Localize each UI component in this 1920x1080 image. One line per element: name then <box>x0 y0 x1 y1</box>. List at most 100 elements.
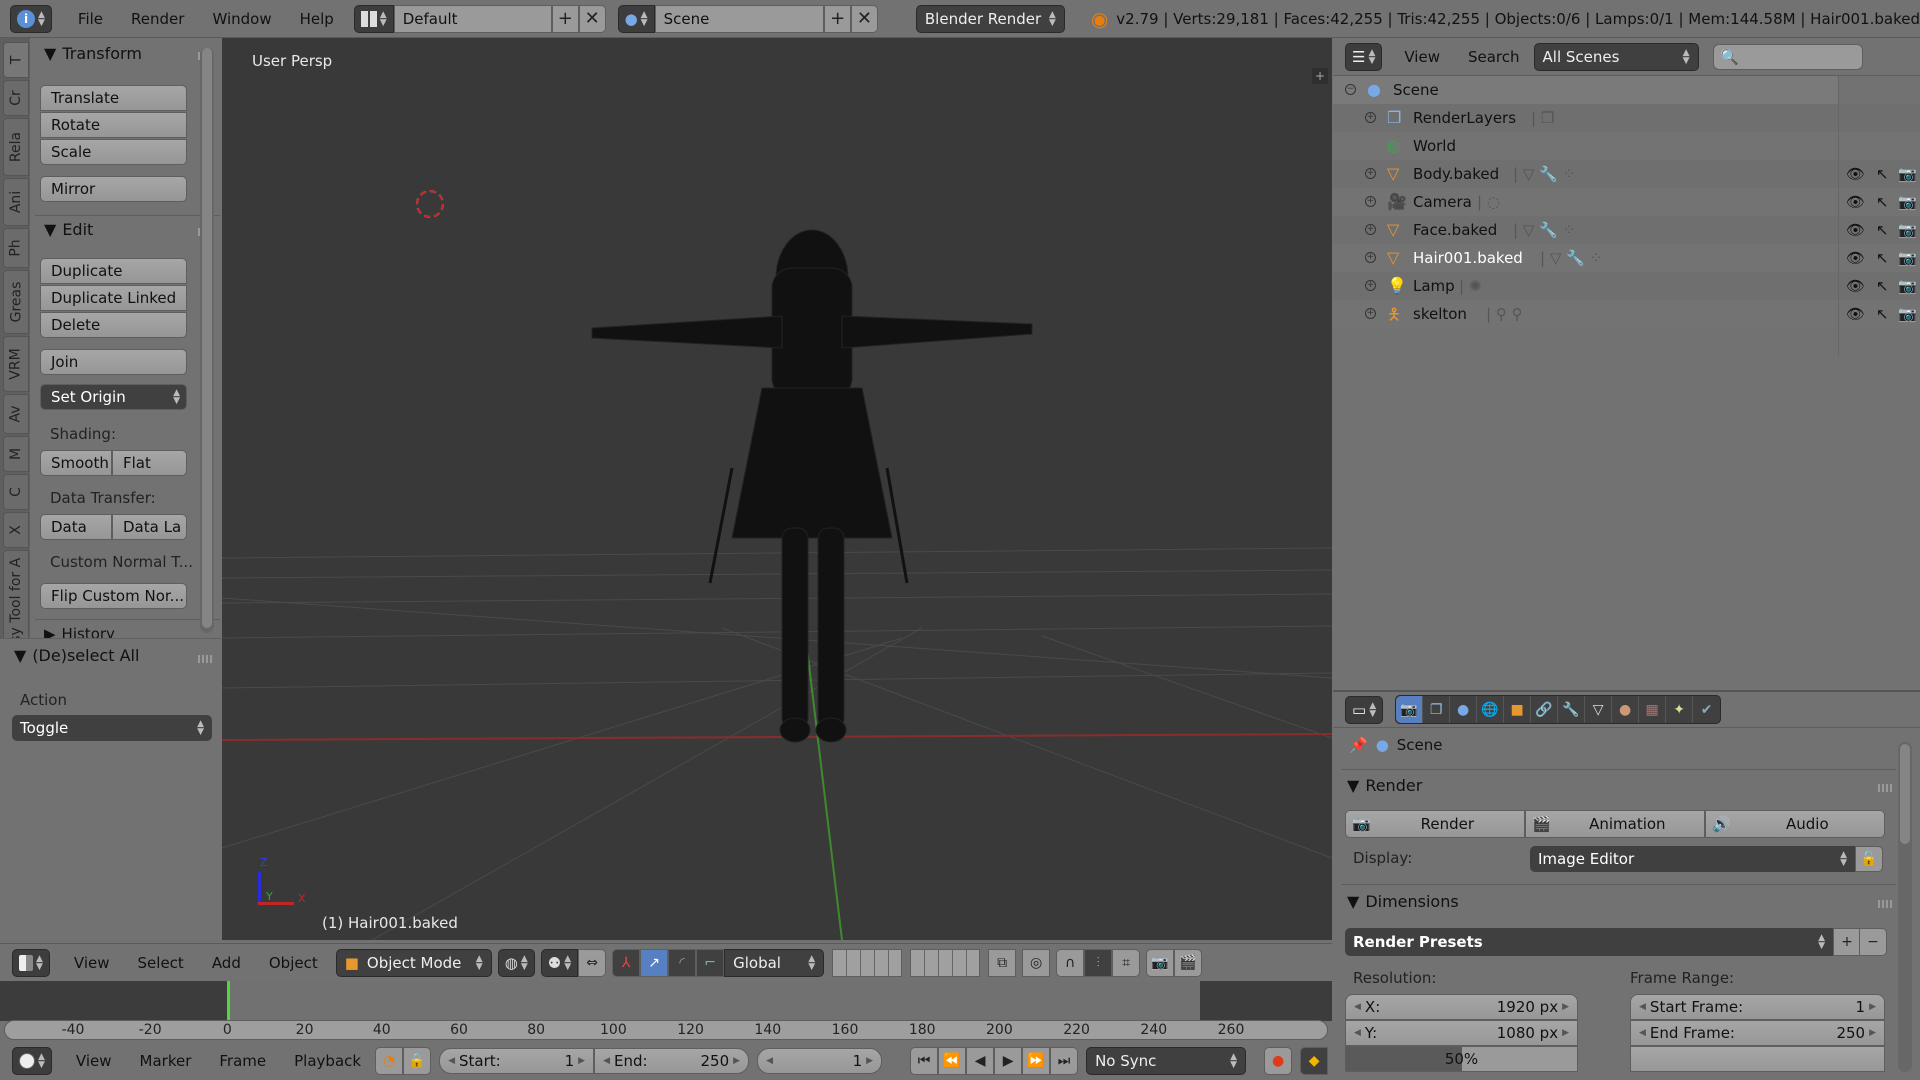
scrollbar-thumb[interactable] <box>1900 744 1910 844</box>
remove-preset-button[interactable]: − <box>1859 928 1887 956</box>
outliner-search-input[interactable]: 🔍 <box>1713 44 1863 70</box>
data-layout-button[interactable]: Data La <box>112 514 187 540</box>
render-presets-dropdown[interactable]: Render Presets ▲ ▼ <box>1345 928 1833 956</box>
render-panel-header[interactable]: ▼ Render <box>1347 776 1422 795</box>
menu-view[interactable]: View <box>1390 48 1454 66</box>
expand-toggle-icon[interactable]: + <box>1365 224 1376 235</box>
keying-set-button[interactable]: ◆ <box>1300 1047 1329 1075</box>
viewport-shading-dropdown[interactable]: ◍ ▲ ▼ <box>497 948 535 977</box>
mirror-button[interactable]: Mirror <box>40 176 187 202</box>
opengl-render-image-button[interactable]: 📷 <box>1146 948 1175 977</box>
renderability-camera-icon[interactable]: 📷 <box>1898 249 1917 267</box>
expand-toggle-icon[interactable]: + <box>1365 112 1376 123</box>
visibility-eye-icon[interactable]: 👁 <box>1846 165 1865 183</box>
visibility-eye-icon[interactable]: 👁 <box>1846 249 1865 267</box>
tab-tools[interactable]: T <box>3 42 29 78</box>
smooth-button[interactable]: Smooth <box>40 450 112 476</box>
render-button[interactable]: 📷 Render <box>1345 810 1525 838</box>
outliner-item-name[interactable]: skelton <box>1413 305 1467 323</box>
tab-grease-pencil[interactable]: Greas <box>3 270 29 334</box>
start-frame-field[interactable]: ◀ Start: 1 ▶ <box>439 1048 595 1074</box>
physics-tab[interactable]: ✔ <box>1693 696 1720 723</box>
selectability-cursor-icon[interactable]: ↖ <box>1876 165 1889 183</box>
tab-animation[interactable]: Ani <box>3 178 29 226</box>
renderability-camera-icon[interactable]: 📷 <box>1898 305 1917 323</box>
scale-button[interactable]: Scale <box>40 139 187 165</box>
outliner-row[interactable]: + ▽ Hair001.baked | ▽ 🔧 ⁘ 👁 ↖ 📷 <box>1333 244 1920 272</box>
menu-marker[interactable]: Marker <box>126 1052 206 1070</box>
outliner-item-name[interactable]: Face.baked <box>1413 221 1497 239</box>
manipulate-center-points-button[interactable]: ⇔ <box>578 948 607 977</box>
menu-frame[interactable]: Frame <box>205 1052 280 1070</box>
outliner-row[interactable]: + 💡 Lamp | ✺ 👁 ↖ 📷 <box>1333 272 1920 300</box>
resolution-percentage-slider[interactable]: 50% <box>1345 1046 1578 1072</box>
duplicate-button[interactable]: Duplicate <box>40 258 187 284</box>
play-button[interactable]: ▶ <box>994 1047 1023 1075</box>
properties-editor-type-button[interactable]: ▭ ▲ ▼ <box>1345 695 1384 724</box>
properties-scrollbar[interactable] <box>1898 742 1912 1072</box>
timeline-ruler[interactable]: -40 -20 0 20 40 60 80 100 120 140 160 180 200 220 240 2… <box>4 1020 1328 1040</box>
object-data-icons[interactable]: | ▽ 🔧 ⁘ <box>1513 221 1575 239</box>
display-dropdown[interactable]: Image Editor ▲ ▼ <box>1530 846 1855 872</box>
jump-to-start-button[interactable]: ⏮ <box>910 1047 939 1075</box>
expand-toggle-icon[interactable]: + <box>1365 280 1376 291</box>
transform-panel-header[interactable]: ▼ Transform <box>44 44 142 63</box>
snap-element-dropdown[interactable]: ⫶ <box>1084 948 1113 977</box>
outliner-row[interactable]: + ▽ Body.baked | ▽ 🔧 ⁘ 👁 ↖ 📷 <box>1333 160 1920 188</box>
menu-file[interactable]: File <box>64 10 117 28</box>
current-frame-field[interactable]: ◀ 1 ▶ <box>757 1048 883 1074</box>
scene-field[interactable]: Scene <box>654 4 825 33</box>
scene-browse[interactable]: ● ▲ ▼ <box>617 4 655 33</box>
duplicate-linked-button[interactable]: Duplicate Linked <box>40 285 187 311</box>
outliner-row[interactable]: ◍ World <box>1333 132 1920 160</box>
modifiers-tab[interactable]: 🔧 <box>1558 696 1586 723</box>
menu-object[interactable]: Object <box>255 954 332 972</box>
scene-tab[interactable]: ● <box>1450 696 1478 723</box>
menu-search[interactable]: Search <box>1454 48 1534 66</box>
tab-x[interactable]: X <box>3 512 29 548</box>
timeline-area[interactable] <box>0 981 1332 1023</box>
jump-keyframe-forward-button[interactable]: ⏩ <box>1022 1047 1051 1075</box>
outliner-item-name[interactable]: Body.baked <box>1413 165 1499 183</box>
object-data-icons[interactable]: | ▽ 🔧 ⁘ <box>1513 165 1575 183</box>
dimensions-panel-header[interactable]: ▼ Dimensions <box>1347 892 1459 911</box>
menu-help[interactable]: Help <box>286 10 348 28</box>
renderability-camera-icon[interactable]: 📷 <box>1898 165 1917 183</box>
menu-window[interactable]: Window <box>198 10 285 28</box>
scale-manipulator-button[interactable]: ⌐ <box>696 948 725 977</box>
proportional-editing-button[interactable]: ◎ <box>1022 948 1051 977</box>
expand-toggle-icon[interactable]: + <box>1365 308 1376 319</box>
start-frame-field[interactable]: ◀ Start Frame: 1 ▶ <box>1630 994 1885 1020</box>
menu-view[interactable]: View <box>62 1052 126 1070</box>
snap-target-button[interactable]: ⌗ <box>1112 948 1141 977</box>
visibility-eye-icon[interactable]: 👁 <box>1846 221 1865 239</box>
frame-step-field[interactable] <box>1630 1046 1885 1072</box>
flat-button[interactable]: Flat <box>112 450 187 476</box>
tab-av[interactable]: Av <box>3 394 29 434</box>
selectability-cursor-icon[interactable]: ↖ <box>1876 193 1889 211</box>
data-tab[interactable]: ▽ <box>1585 696 1613 723</box>
renderability-camera-icon[interactable]: 📷 <box>1898 277 1917 295</box>
object-tab[interactable]: ■ <box>1504 696 1532 723</box>
opengl-render-animation-button[interactable]: 🎬 <box>1174 948 1203 977</box>
selectability-cursor-icon[interactable]: ↖ <box>1876 221 1889 239</box>
play-reverse-button[interactable]: ◀ <box>966 1047 995 1075</box>
end-frame-field[interactable]: ◀ End: 250 ▶ <box>594 1048 750 1074</box>
end-frame-field[interactable]: ◀ End Frame: 250 ▶ <box>1630 1020 1885 1046</box>
outliner-search-field[interactable] <box>1738 49 1849 65</box>
texture-tab[interactable]: ▦ <box>1639 696 1667 723</box>
animation-button[interactable]: 🎬 Animation <box>1525 810 1705 838</box>
expand-toggle-icon[interactable]: + <box>1365 196 1376 207</box>
panel-drag-handle[interactable] <box>1878 900 1892 908</box>
layer-buttons-1[interactable] <box>832 948 903 977</box>
scrollbar-thumb[interactable] <box>202 48 212 628</box>
outliner-item-name[interactable]: World <box>1413 137 1456 155</box>
display-mode-dropdown[interactable]: All Scenes ▲ ▼ <box>1533 42 1699 71</box>
renderability-camera-icon[interactable]: 📷 <box>1898 221 1917 239</box>
delete-button[interactable]: Delete <box>40 312 187 338</box>
material-tab[interactable]: ● <box>1612 696 1640 723</box>
visibility-eye-icon[interactable]: 👁 <box>1846 305 1865 323</box>
menu-select[interactable]: Select <box>124 954 198 972</box>
outliner-item-name[interactable]: Camera <box>1413 193 1472 211</box>
panel-drag-handle[interactable] <box>1878 784 1892 792</box>
